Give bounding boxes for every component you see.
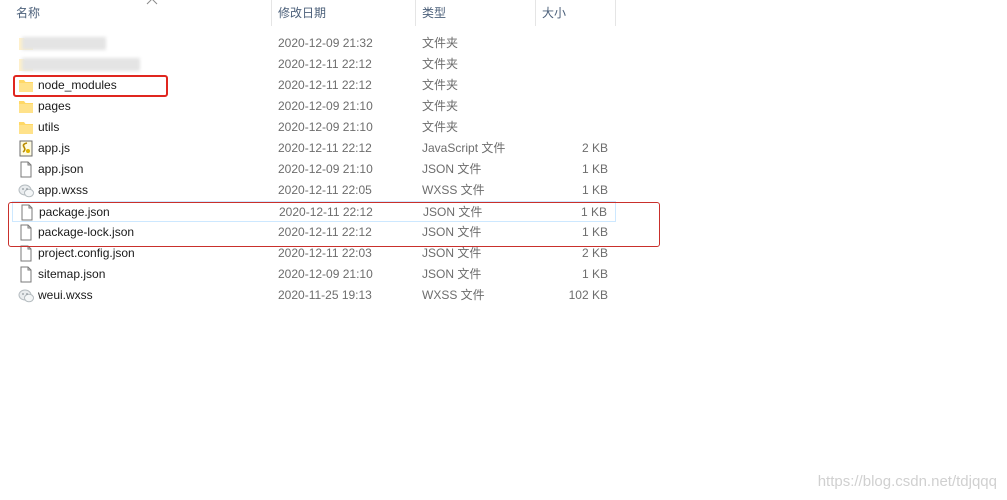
file-date: 2020-11-25 19:13 (278, 288, 372, 302)
file-date: 2020-12-11 22:12 (278, 57, 372, 71)
file-type: JSON 文件 (422, 267, 482, 281)
highlight-box-package-files (8, 202, 660, 247)
file-row[interactable]: app.json 2020-12-09 21:10 JSON 文件 1 KB (12, 159, 616, 180)
file-name: app.wxss (38, 183, 89, 197)
file-date: 2020-12-11 22:05 (278, 183, 372, 197)
file-size: 2 KB (581, 141, 608, 155)
file-size: 1 KB (581, 267, 608, 281)
sort-ascending-icon (146, 0, 158, 5)
file-name: utils (38, 120, 60, 134)
file-name: weui.wxss (38, 288, 93, 302)
file-type: 文件夹 (422, 99, 459, 113)
file-icon (20, 161, 32, 178)
javascript-file-icon (19, 140, 33, 157)
file-row[interactable]: app.js 2020-12-11 22:12 JavaScript 文件 2 … (12, 138, 616, 159)
column-header: 名称 修改日期 类型 大小 (0, 0, 1007, 27)
wxss-file-icon (18, 289, 34, 303)
file-row[interactable]: weui.wxss 2020-11-25 19:13 WXSS 文件 102 K… (12, 285, 616, 306)
file-type: JSON 文件 (422, 162, 482, 176)
file-type: WXSS 文件 (422, 288, 485, 302)
column-date-header[interactable]: 修改日期 (272, 0, 416, 26)
file-date: 2020-12-09 21:10 (278, 99, 373, 113)
file-icon (20, 266, 32, 283)
file-row[interactable]: pages 2020-12-09 21:10 文件夹 (12, 96, 616, 117)
file-size: 1 KB (581, 162, 608, 176)
file-date: 2020-12-09 21:32 (278, 36, 373, 50)
highlight-box-node-modules (13, 75, 168, 97)
column-size-label: 大小 (542, 6, 567, 20)
file-name: app.json (38, 162, 84, 176)
column-name-header[interactable]: 名称 (10, 0, 272, 26)
file-date: 2020-12-09 21:10 (278, 162, 373, 176)
blurred-name (22, 58, 140, 71)
column-date-label: 修改日期 (278, 6, 327, 20)
watermark: https://blog.csdn.net/tdjqqq (817, 473, 997, 490)
file-type: WXSS 文件 (422, 183, 485, 197)
file-size: 102 KB (568, 288, 608, 302)
file-row[interactable]: utils 2020-12-09 21:10 文件夹 (12, 117, 616, 138)
column-size-header[interactable]: 大小 (536, 0, 616, 26)
file-row[interactable]: app.wxss 2020-12-11 22:05 WXSS 文件 1 KB (12, 180, 616, 201)
file-name: sitemap.json (38, 267, 106, 281)
file-size: 1 KB (581, 183, 608, 197)
blurred-name (22, 37, 106, 50)
file-date: 2020-12-11 22:12 (278, 141, 372, 155)
column-type-label: 类型 (422, 6, 447, 20)
file-date: 2020-12-09 21:10 (278, 120, 373, 134)
file-name: app.js (38, 141, 71, 155)
file-name: pages (38, 99, 71, 113)
file-icon (20, 245, 32, 262)
file-type: 文件夹 (422, 36, 459, 50)
file-type: JavaScript 文件 (422, 141, 506, 155)
column-name-label: 名称 (16, 6, 41, 20)
file-date: 2020-12-09 21:10 (278, 267, 373, 281)
file-type: 文件夹 (422, 120, 459, 134)
wxss-file-icon (18, 184, 34, 198)
file-row[interactable]: 2020-12-11 22:12 文件夹 (12, 54, 616, 75)
file-row[interactable]: 2020-12-09 21:32 文件夹 (12, 33, 616, 54)
file-type: 文件夹 (422, 57, 459, 71)
folder-icon (19, 122, 33, 134)
file-row[interactable]: sitemap.json 2020-12-09 21:10 JSON 文件 1 … (12, 264, 616, 285)
file-type: 文件夹 (422, 78, 459, 92)
file-date: 2020-12-11 22:12 (278, 78, 372, 92)
folder-icon (19, 101, 33, 113)
column-type-header[interactable]: 类型 (416, 0, 536, 26)
